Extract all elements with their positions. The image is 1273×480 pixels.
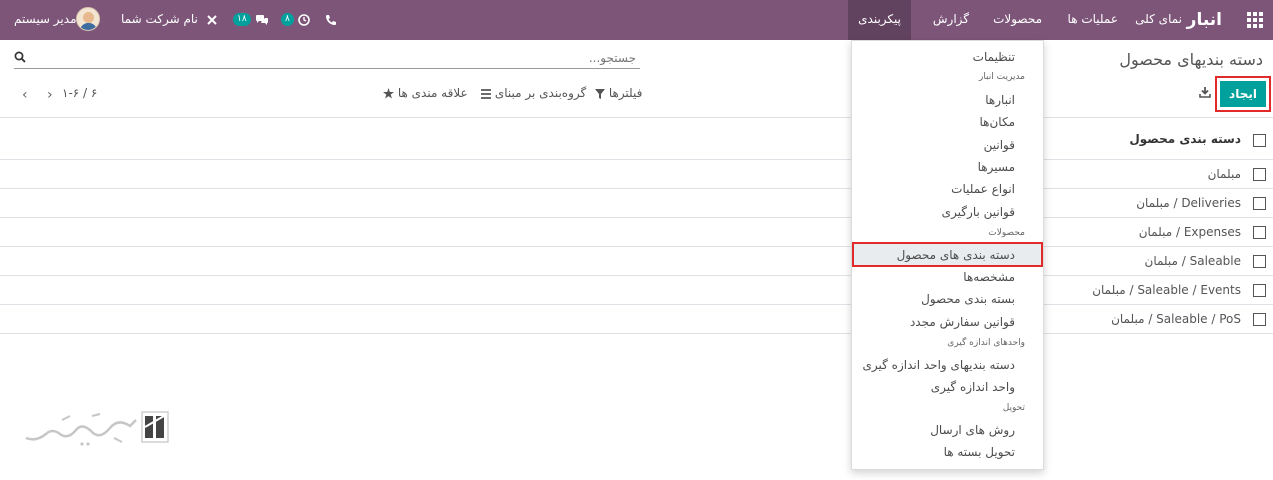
row-checkbox[interactable]: [1253, 226, 1266, 239]
search-icon[interactable]: [14, 51, 26, 63]
menu-item-product-categories[interactable]: دسته بندی های محصول: [897, 248, 1015, 262]
search-bar: [14, 47, 640, 69]
create-button-highlight: ایجاد: [1215, 76, 1271, 112]
menu-item-uom-categories[interactable]: دسته بندیهای واحد اندازه گیری: [863, 358, 1015, 372]
search-input[interactable]: [34, 49, 636, 67]
menu-section-units-of-measure: واحدهای اندازه گیری: [947, 338, 1025, 348]
row-checkbox[interactable]: [1253, 168, 1266, 181]
table-row[interactable]: مبلمان: [0, 160, 1273, 189]
column-header-category[interactable]: دسته بندی محصول: [1129, 132, 1241, 146]
menu-item-reordering-rules[interactable]: قوانین سفارش مجدد: [910, 315, 1015, 329]
watermark-script: [25, 413, 137, 446]
app-title: انبار: [1186, 10, 1222, 30]
messages-badge: ۱۸: [233, 13, 251, 26]
user-menu[interactable]: مدیر سیستم: [14, 0, 77, 40]
row-category-name: مبلمان: [1207, 167, 1241, 181]
list-header: دسته بندی محصول: [0, 126, 1273, 160]
star-icon: [383, 88, 394, 99]
menu-section-warehouse-management: مدیریت انبار: [978, 72, 1025, 82]
row-category-name: مبلمان / Saleable / Events: [1092, 283, 1241, 297]
phone-icon[interactable]: [325, 0, 337, 40]
pager-value[interactable]: ۱-۶ / ۶: [62, 86, 97, 100]
menu-item-rules[interactable]: قوانین: [984, 138, 1015, 152]
row-category-name: مبلمان / Expenses: [1138, 225, 1241, 239]
table-row[interactable]: مبلمان / Saleable / PoS: [0, 305, 1273, 334]
chevron-left-icon[interactable]: ‹: [22, 88, 28, 102]
row-checkbox[interactable]: [1253, 197, 1266, 210]
chevron-right-icon[interactable]: ›: [47, 88, 53, 102]
activities-badge: ۸: [281, 13, 294, 26]
activities-indicator[interactable]: ۸: [281, 0, 310, 40]
menu-section-delivery: تحویل: [1002, 403, 1025, 413]
row-checkbox[interactable]: [1253, 313, 1266, 326]
menu-configuration[interactable]: پیکربندی: [848, 0, 911, 40]
favorites-label: علاقه مندی ها: [397, 86, 468, 100]
menu-item-routes[interactable]: مسیرها: [978, 160, 1015, 174]
menu-item-delivery-packages[interactable]: تحویل بسته ها: [944, 445, 1015, 459]
menu-item-product-packagings[interactable]: بسته بندی محصول: [921, 292, 1015, 306]
table-row[interactable]: مبلمان / Saleable: [0, 247, 1273, 276]
table-row[interactable]: مبلمان / Deliveries: [0, 189, 1273, 218]
top-navbar: انبار نمای کلی عملیات ها محصولات گزارش پ…: [0, 0, 1273, 40]
menu-item-warehouses[interactable]: انبارها: [985, 93, 1015, 107]
apps-menu-icon[interactable]: [1247, 12, 1263, 28]
group-by-label: گروه‌بندی بر مبنای: [494, 86, 587, 100]
row-category-name: مبلمان / Saleable: [1144, 254, 1241, 268]
clock-icon: [297, 13, 310, 26]
menu-item-shipping-methods[interactable]: روش های ارسال: [930, 423, 1015, 437]
menu-products[interactable]: محصولات: [993, 0, 1042, 40]
menu-item-locations[interactable]: مکان‌ها: [979, 115, 1015, 129]
menu-item-settings[interactable]: تنظیمات: [973, 50, 1015, 64]
row-checkbox[interactable]: [1253, 284, 1266, 297]
group-by-button[interactable]: گروه‌بندی بر مبنای: [481, 86, 586, 100]
favorites-button[interactable]: علاقه مندی ها: [383, 86, 468, 100]
company-switcher[interactable]: نام شرکت شما: [121, 0, 198, 40]
menu-overview[interactable]: نمای کلی: [1135, 0, 1182, 40]
control-panel-divider: [0, 117, 1273, 118]
filters-button[interactable]: فیلترها: [595, 86, 642, 100]
breadcrumb: دسته بندیهای محصول: [1119, 50, 1263, 69]
table-row[interactable]: مبلمان / Saleable / Events: [0, 276, 1273, 305]
menu-item-putaway-rules[interactable]: قوانین بارگیری: [942, 205, 1015, 219]
row-category-name: مبلمان / Deliveries: [1136, 196, 1241, 210]
table-row[interactable]: مبلمان / Expenses: [0, 218, 1273, 247]
chat-icon: [255, 14, 268, 25]
filter-icon: [595, 88, 605, 99]
select-all-checkbox[interactable]: [1253, 134, 1266, 147]
menu-item-operation-types[interactable]: انواع عملیات: [951, 182, 1015, 196]
row-category-name: مبلمان / Saleable / PoS: [1111, 312, 1241, 326]
download-icon[interactable]: [1199, 86, 1211, 98]
user-avatar[interactable]: [76, 7, 100, 31]
menu-operations[interactable]: عملیات ها: [1068, 0, 1118, 40]
watermark-logo: [141, 411, 169, 443]
messages-indicator[interactable]: ۱۸: [233, 0, 269, 40]
menu-item-attributes[interactable]: مشخصه‌ها: [963, 270, 1015, 284]
create-button[interactable]: ایجاد: [1220, 81, 1266, 107]
configuration-dropdown: تنظیمات مدیریت انبار انبارها مکان‌ها قوا…: [851, 40, 1044, 470]
menu-reporting[interactable]: گزارش: [933, 0, 969, 40]
row-checkbox[interactable]: [1253, 255, 1266, 268]
menu-section-products: محصولات: [988, 228, 1025, 238]
menu-item-uom[interactable]: واحد اندازه گیری: [931, 380, 1015, 394]
filters-label: فیلترها: [608, 86, 643, 100]
debug-tools-icon[interactable]: [206, 0, 218, 40]
list-icon: [481, 88, 491, 99]
